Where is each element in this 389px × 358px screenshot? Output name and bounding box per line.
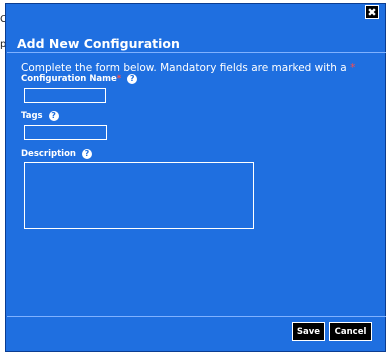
description-label: Description	[21, 149, 76, 159]
add-configuration-dialog: ✖ Add New Configuration Complete the for…	[5, 3, 386, 352]
help-icon[interactable]: ?	[48, 111, 59, 121]
config-name-input[interactable]	[24, 88, 106, 103]
config-name-label: Configuration Name	[21, 74, 117, 84]
help-icon[interactable]: ?	[127, 74, 138, 84]
save-button[interactable]: Save	[292, 322, 325, 341]
dialog-title: Add New Configuration	[17, 36, 180, 51]
tags-label-row: Tags ?	[21, 111, 59, 121]
cancel-button[interactable]: Cancel	[329, 322, 372, 341]
title-divider	[7, 52, 386, 53]
tags-input[interactable]	[24, 125, 107, 140]
form-instructions: Complete the form below. Mandatory field…	[21, 62, 355, 74]
required-marker: *	[350, 62, 356, 74]
close-icon[interactable]: ✖	[365, 5, 379, 19]
config-name-label-row: Configuration Name * ?	[21, 74, 138, 84]
instructions-text: Complete the form below. Mandatory field…	[21, 62, 347, 74]
help-icon[interactable]: ?	[81, 149, 92, 159]
description-textarea[interactable]	[24, 162, 254, 229]
required-marker: *	[116, 74, 122, 84]
tags-label: Tags	[21, 111, 43, 121]
footer-divider	[7, 316, 386, 317]
description-label-row: Description ?	[21, 149, 92, 159]
